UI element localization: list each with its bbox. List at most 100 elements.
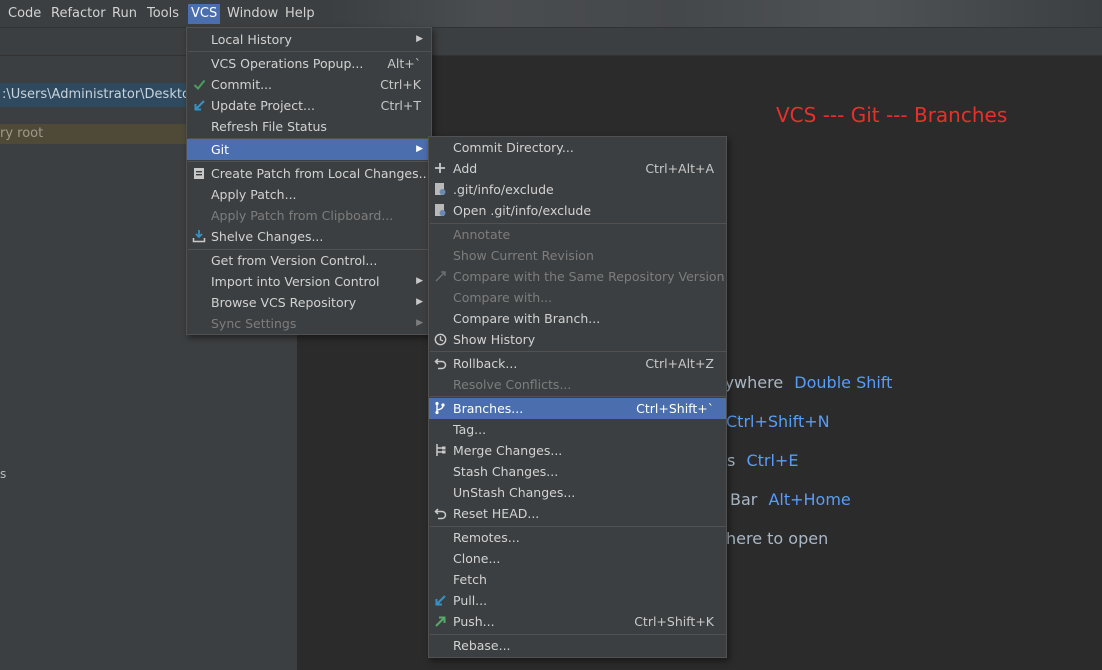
hint-search-everywhere: rywhere Double Shift	[718, 373, 892, 392]
hint-recent-files: s Ctrl+E	[727, 451, 798, 470]
project-path[interactable]: :\Users\Administrator\Desktop\	[0, 83, 190, 107]
clock-icon	[433, 332, 447, 346]
check-icon	[192, 77, 206, 91]
menu-item-shortcut: Alt+`	[387, 56, 421, 71]
menu-window[interactable]: Window	[224, 4, 281, 24]
menu-item-apply-patch[interactable]: Apply Patch...	[187, 184, 431, 205]
menu-item-label: Tag...	[453, 422, 487, 437]
hint-key: Ctrl+E	[746, 451, 799, 470]
menu-item-commit-directory[interactable]: Commit Directory...	[429, 137, 726, 158]
menu-item-shortcut: Ctrl+Alt+A	[645, 161, 714, 176]
menu-item-label: Compare with...	[453, 290, 553, 305]
menu-item-open-git-info-exclude[interactable]: Open .git/info/exclude	[429, 200, 726, 221]
menu-separator	[430, 396, 727, 397]
menu-item-branches[interactable]: Branches... Ctrl+Shift+`	[429, 398, 726, 419]
patch-icon	[192, 166, 206, 180]
blurred-title-area	[330, 0, 1102, 27]
menu-item-label: Apply Patch from Clipboard...	[211, 208, 394, 223]
menu-separator	[430, 351, 727, 352]
menu-item-show-history[interactable]: Show History	[429, 329, 726, 350]
menu-item-browse-vcs-repository[interactable]: Browse VCS Repository ▶	[187, 292, 431, 313]
menu-item-add[interactable]: Add Ctrl+Alt+A	[429, 158, 726, 179]
menu-item-label: Import into Version Control	[211, 274, 380, 289]
toolbar-strip	[0, 28, 1102, 56]
menu-item-label: Fetch	[453, 572, 487, 587]
menu-item-label: Annotate	[453, 227, 511, 242]
menu-item-shortcut: Ctrl+Shift+`	[636, 401, 714, 416]
menu-item-import-into-vcs[interactable]: Import into Version Control ▶	[187, 271, 431, 292]
reset-icon	[433, 506, 447, 520]
menu-item-compare-same-repo-version[interactable]: Compare with the Same Repository Version	[429, 266, 726, 287]
menu-item-label: Update Project...	[211, 98, 315, 113]
menu-item-label: UnStash Changes...	[453, 485, 576, 500]
menu-item-show-current-revision[interactable]: Show Current Revision	[429, 245, 726, 266]
menu-item-fetch[interactable]: Fetch	[429, 569, 726, 590]
menu-item-shelve-changes[interactable]: Shelve Changes...	[187, 226, 431, 247]
rollback-icon	[433, 356, 447, 370]
menu-item-sync-settings[interactable]: Sync Settings ▶	[187, 313, 431, 334]
hint-key: Ctrl+Shift+N	[726, 412, 830, 431]
menu-item-label: Commit Directory...	[453, 140, 574, 155]
menu-item-unstash-changes[interactable]: UnStash Changes...	[429, 482, 726, 503]
menu-item-reset-head[interactable]: Reset HEAD...	[429, 503, 726, 524]
menu-item-clone[interactable]: Clone...	[429, 548, 726, 569]
menu-item-get-from-vcs[interactable]: Get from Version Control...	[187, 250, 431, 271]
menu-item-label: Git	[211, 142, 230, 157]
panel-edge-text: s	[0, 467, 7, 481]
menu-item-label: Compare with the Same Repository Version	[453, 269, 725, 284]
menu-item-label: VCS Operations Popup...	[211, 56, 364, 71]
menu-item-annotate[interactable]: Annotate	[429, 224, 726, 245]
menu-refactor[interactable]: Refactor	[48, 4, 109, 24]
menu-item-label: Compare with Branch...	[453, 311, 601, 326]
menu-separator	[188, 51, 432, 52]
menu-item-label: Rebase...	[453, 638, 511, 653]
git-file-icon	[433, 203, 447, 217]
vcs-menu: Local History ▶ VCS Operations Popup... …	[186, 27, 432, 335]
submenu-arrow-icon: ▶	[416, 276, 423, 286]
hint-key: Alt+Home	[768, 490, 851, 509]
menu-item-label: Browse VCS Repository	[211, 295, 357, 310]
submenu-arrow-icon: ▶	[416, 144, 423, 154]
menu-item-tag[interactable]: Tag...	[429, 419, 726, 440]
menu-item-label: Pull...	[453, 593, 488, 608]
menu-code[interactable]: Code	[5, 4, 44, 24]
menu-item-refresh-file-status[interactable]: Refresh File Status	[187, 116, 431, 137]
menu-item-label: Shelve Changes...	[211, 229, 324, 244]
menu-item-apply-patch-clipboard[interactable]: Apply Patch from Clipboard...	[187, 205, 431, 226]
merge-icon	[433, 443, 447, 457]
compare-icon	[433, 269, 447, 283]
menu-item-resolve-conflicts[interactable]: Resolve Conflicts...	[429, 374, 726, 395]
menu-item-label: Stash Changes...	[453, 464, 559, 479]
menu-item-merge-changes[interactable]: Merge Changes...	[429, 440, 726, 461]
menu-item-vcs-operations-popup[interactable]: VCS Operations Popup... Alt+`	[187, 53, 431, 74]
project-root-label[interactable]: ry root	[0, 124, 190, 144]
menu-item-git-info-exclude[interactable]: .git/info/exclude	[429, 179, 726, 200]
menu-item-commit[interactable]: Commit... Ctrl+K	[187, 74, 431, 95]
menu-item-push[interactable]: Push... Ctrl+Shift+K	[429, 611, 726, 632]
git-submenu: Commit Directory... Add Ctrl+Alt+A .git/…	[428, 136, 727, 658]
menu-help[interactable]: Help	[282, 4, 318, 24]
submenu-arrow-icon: ▶	[416, 318, 423, 328]
hint-text: Bar	[730, 490, 758, 509]
submenu-arrow-icon: ▶	[416, 297, 423, 307]
menu-item-create-patch[interactable]: Create Patch from Local Changes...	[187, 163, 431, 184]
menu-item-update-project[interactable]: Update Project... Ctrl+T	[187, 95, 431, 116]
hint-go-to-file: Ctrl+Shift+N	[726, 412, 830, 431]
menu-bar: Code Refactor Run Tools VCS Window Help	[0, 0, 1102, 28]
menu-item-compare-with[interactable]: Compare with...	[429, 287, 726, 308]
menu-tools[interactable]: Tools	[144, 4, 182, 24]
menu-item-git[interactable]: Git ▶	[187, 139, 431, 160]
menu-run[interactable]: Run	[109, 4, 140, 24]
menu-item-shortcut: Ctrl+Alt+Z	[645, 356, 714, 371]
menu-item-rebase[interactable]: Rebase...	[429, 635, 726, 656]
menu-item-remotes[interactable]: Remotes...	[429, 527, 726, 548]
menu-item-label: Apply Patch...	[211, 187, 297, 202]
menu-item-stash-changes[interactable]: Stash Changes...	[429, 461, 726, 482]
hint-text: s	[727, 451, 736, 470]
menu-item-pull[interactable]: Pull...	[429, 590, 726, 611]
menu-item-compare-with-branch[interactable]: Compare with Branch...	[429, 308, 726, 329]
shelve-icon	[192, 229, 206, 243]
menu-vcs[interactable]: VCS	[188, 4, 221, 24]
menu-item-local-history[interactable]: Local History ▶	[187, 29, 431, 50]
menu-item-rollback[interactable]: Rollback... Ctrl+Alt+Z	[429, 353, 726, 374]
